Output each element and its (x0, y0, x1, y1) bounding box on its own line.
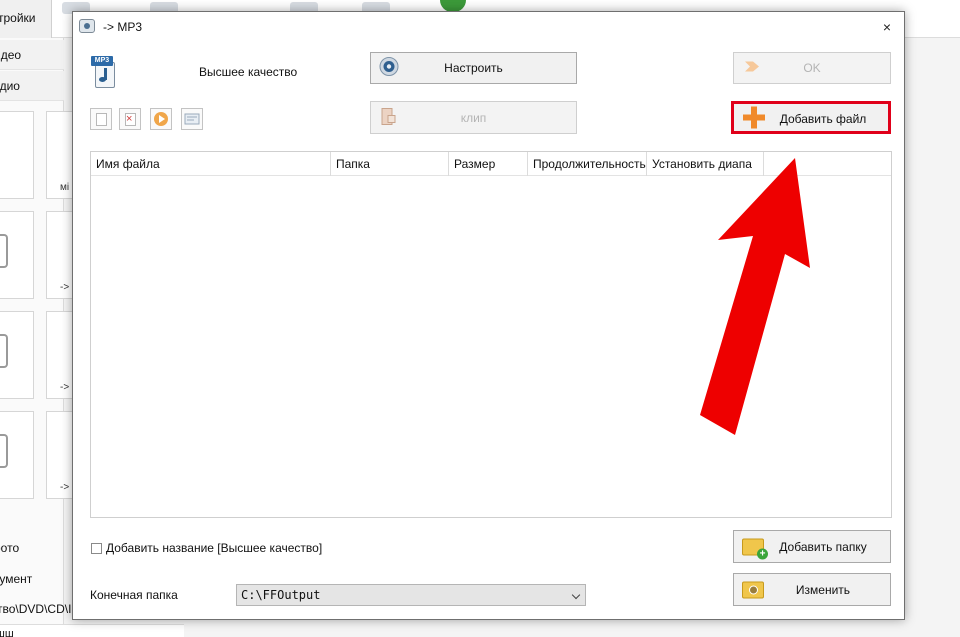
output-folder-label: Конечная папка (90, 588, 178, 602)
category-video[interactable]: идео (0, 40, 64, 70)
app-icon (79, 19, 95, 33)
add-name-checkbox[interactable] (91, 543, 102, 554)
add-name-label: Добавить название [Высшее качество] (106, 541, 323, 555)
column-filename[interactable]: Имя файла (91, 152, 331, 176)
change-button[interactable]: Изменить (733, 573, 891, 606)
column-folder[interactable]: Папка (331, 152, 449, 176)
settings-tab[interactable]: стройки (0, 0, 52, 38)
title-bar[interactable]: -> MP3 × (73, 12, 904, 42)
column-size[interactable]: Размер (449, 152, 528, 176)
output-folder-select[interactable]: C:\FFOutput (236, 584, 586, 606)
chevron-down-icon (571, 590, 581, 600)
add-file-label: Добавить файл (779, 111, 867, 126)
category-audio[interactable]: удио (0, 71, 64, 101)
clip-label: клип (460, 110, 487, 125)
column-duration[interactable]: Продолжительность (528, 152, 647, 176)
format-tile[interactable] (0, 411, 34, 499)
file-icon (0, 334, 8, 368)
close-button[interactable]: × (870, 12, 904, 42)
format-tile[interactable] (0, 311, 34, 399)
quality-label: Высшее качество (199, 65, 298, 79)
red-arrow-annotation (700, 158, 810, 435)
add-folder-label: Добавить папку (779, 539, 867, 554)
category-misc[interactable]: шш (0, 624, 184, 637)
file-icon (0, 234, 8, 268)
format-tile[interactable] (0, 111, 34, 199)
format-tile[interactable] (0, 211, 34, 299)
dialog-title: -> MP3 (103, 20, 143, 34)
mp3-file-icon: MP3 (91, 56, 119, 88)
play-icon[interactable] (150, 108, 172, 130)
configure-label: Настроить (444, 61, 503, 75)
change-label: Изменить (795, 582, 851, 597)
clear-list-icon[interactable]: × (119, 108, 141, 130)
category-photo[interactable]: рото (0, 535, 70, 561)
add-folder-button[interactable]: + Добавить папку (733, 530, 891, 563)
remove-icon[interactable] (90, 108, 112, 130)
category-dvd-cd[interactable]: тво\DVD\CD\I (0, 600, 78, 620)
ok-button[interactable]: OK (733, 52, 891, 84)
ok-label: OK (803, 61, 821, 75)
file-icon (0, 434, 8, 468)
media-info-icon[interactable] (181, 108, 203, 130)
output-folder-value: C:\FFOutput (241, 588, 321, 602)
clip-button[interactable]: клип (370, 101, 577, 134)
configure-button[interactable]: Настроить (370, 52, 577, 84)
add-file-button[interactable]: Добавить файл (733, 103, 891, 134)
category-document[interactable]: кумент (0, 566, 70, 592)
